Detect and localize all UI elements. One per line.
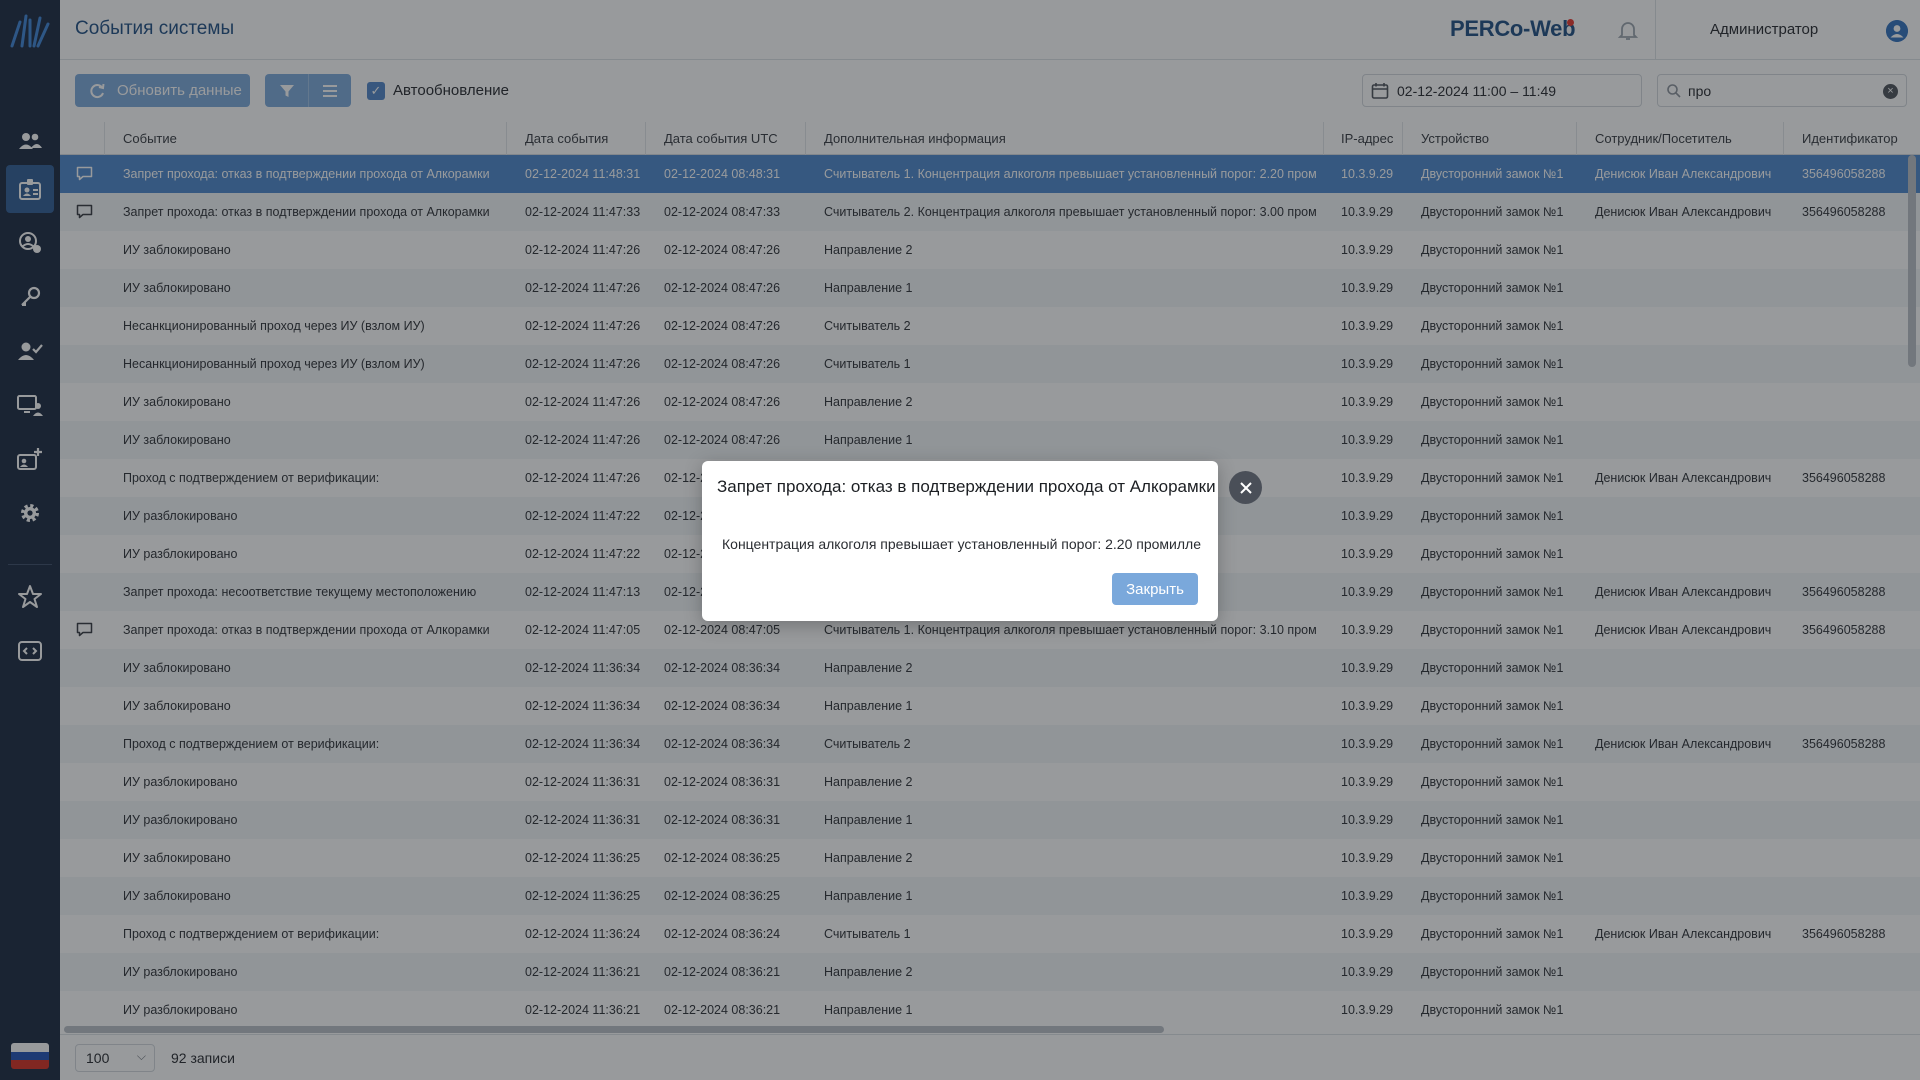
dialog-message: Концентрация алкоголя превышает установл… — [722, 536, 1201, 552]
dialog-close-button[interactable]: Закрыть — [1112, 573, 1198, 605]
dialog-title: Запрет прохода: отказ в подтверждении пр… — [717, 477, 1216, 496]
event-details-dialog: Запрет прохода: отказ в подтверждении пр… — [702, 461, 1218, 621]
close-icon[interactable] — [1229, 471, 1262, 504]
